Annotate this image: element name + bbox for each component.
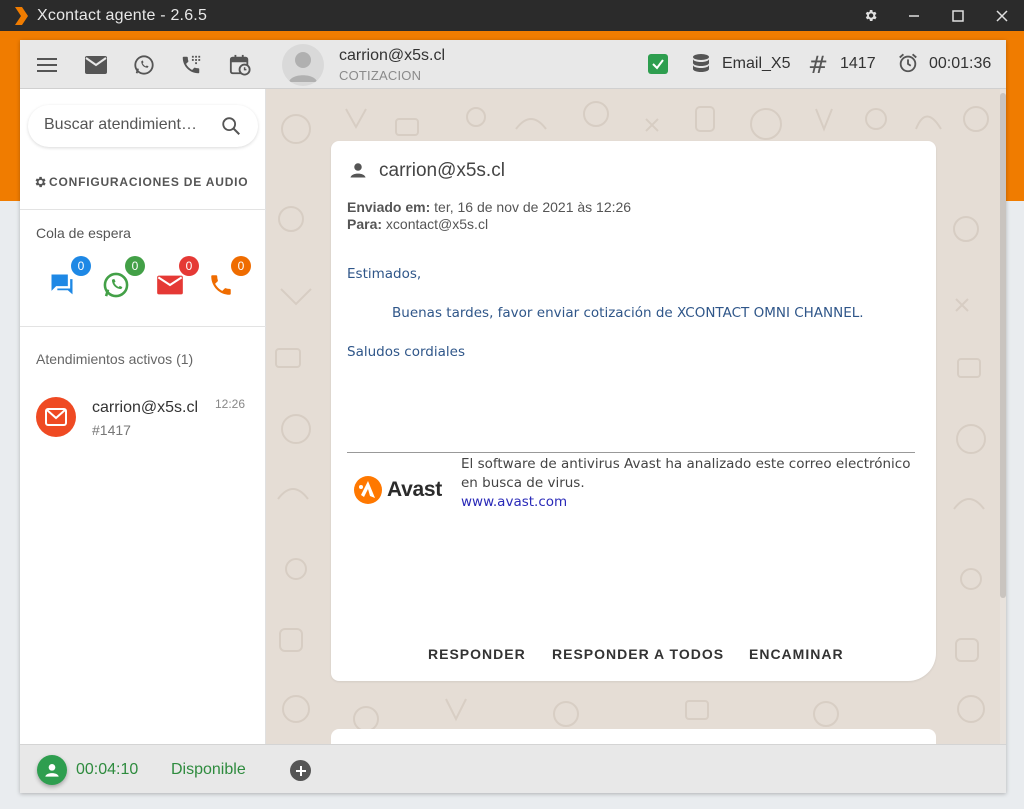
minimize-icon[interactable] (892, 0, 936, 31)
channel-name: Email_X5 (722, 55, 791, 72)
reply-all-button[interactable]: RESPONDER A TODOS (552, 646, 724, 662)
menu-icon[interactable] (34, 52, 60, 78)
queue-chat[interactable]: 0 (48, 256, 91, 303)
to-value: xcontact@x5s.cl (385, 216, 489, 232)
avast-logo: Avast (353, 475, 442, 505)
chat-icon (48, 274, 76, 303)
contact-subject: COTIZACION (339, 68, 422, 83)
window-title: Xcontact agente - 2.6.5 (37, 6, 208, 24)
person-icon (45, 764, 59, 777)
maximize-icon[interactable] (936, 0, 980, 31)
email-body: Buenas tardes, favor enviar cotización d… (392, 305, 864, 321)
search-box (28, 105, 258, 147)
signature-divider (347, 452, 915, 453)
conversation-area: carrion@x5s.cl Enviado em: ter, 16 de no… (266, 89, 1006, 744)
calendar-schedule-icon[interactable] (227, 52, 253, 78)
status-check-icon[interactable] (648, 54, 668, 74)
queue-label: Cola de espera (36, 225, 131, 241)
sent-label: Enviado em: (347, 199, 431, 215)
settings-gear-icon[interactable] (848, 0, 892, 31)
close-icon[interactable] (980, 0, 1024, 31)
to-label: Para: (347, 216, 383, 232)
database-icon (692, 53, 710, 80)
avast-brand: Avast (387, 478, 442, 501)
email-sender: carrion@x5s.cl (379, 160, 505, 181)
phone-dialpad-icon[interactable] (178, 52, 204, 78)
top-toolbar: carrion@x5s.cl COTIZACION Email_X5 # 141… (20, 40, 1006, 89)
hash-icon: # (808, 51, 829, 79)
avast-link[interactable]: www.avast.com (461, 494, 567, 510)
sent-value: ter, 16 de nov de 2021 às 12:26 (434, 199, 632, 215)
email-message-card: carrion@x5s.cl Enviado em: ter, 16 de no… (331, 141, 936, 681)
search-input[interactable] (44, 116, 204, 134)
active-sessions-label: Atendimientos activos (1) (36, 351, 194, 367)
email-icon (156, 275, 184, 303)
active-session-email: carrion@x5s.cl (92, 399, 199, 416)
person-icon (349, 161, 367, 184)
whatsapp-icon[interactable] (131, 52, 157, 78)
queue-count-badge: 0 (231, 256, 251, 276)
window-titlebar: Xcontact agente - 2.6.5 (0, 0, 1024, 31)
queue-phone[interactable]: 0 (208, 256, 251, 302)
reply-button[interactable]: RESPONDER (428, 646, 526, 662)
queue-email[interactable]: 0 (156, 256, 199, 303)
divider (20, 326, 266, 327)
email-greeting: Estimados, (347, 266, 422, 282)
queue-whatsapp[interactable]: 0 (102, 256, 145, 303)
forward-button[interactable]: ENCAMINAR (749, 646, 844, 662)
agent-status[interactable]: Disponible (171, 761, 246, 779)
window-controls (848, 0, 1024, 31)
bottom-status-bar: 00:04:10 Disponible (20, 744, 1006, 793)
audio-config-label: CONFIGURACIONES DE AUDIO (49, 175, 249, 189)
ticket-number: 1417 (840, 55, 876, 72)
queue-count-badge: 0 (179, 256, 199, 276)
contact-avatar (282, 44, 324, 86)
email-icon[interactable] (83, 52, 109, 78)
search-icon[interactable] (220, 115, 242, 142)
queue-count-badge: 0 (125, 256, 145, 276)
avast-notice: El software de antivirus Avast ha analiz… (461, 456, 911, 491)
agent-timer: 00:04:10 (76, 761, 139, 778)
sidebar: CONFIGURACIONES DE AUDIO Cola de espera … (20, 89, 266, 744)
active-session-time: 12:26 (215, 397, 246, 411)
gmail-icon (36, 397, 76, 437)
queue-count-badge: 0 (71, 256, 91, 276)
whatsapp-icon (102, 272, 130, 303)
agent-status-button[interactable] (37, 755, 67, 785)
gear-icon (33, 175, 47, 189)
xcontact-logo-icon (13, 6, 29, 26)
avast-logo-icon (354, 476, 382, 504)
phone-icon (208, 275, 234, 302)
scrollbar-thumb[interactable] (1000, 93, 1006, 598)
email-sent-line: Enviado em: ter, 16 de nov de 2021 às 12… (347, 199, 631, 215)
session-timer: 00:01:36 (929, 55, 992, 72)
contact-email: carrion@x5s.cl (339, 47, 446, 64)
audio-config-button[interactable]: CONFIGURACIONES DE AUDIO (33, 175, 248, 189)
active-session-ticket: #1417 (92, 422, 131, 438)
alarm-clock-icon (897, 52, 919, 79)
next-message-card (331, 729, 936, 744)
email-closing: Saludos cordiales (347, 344, 465, 360)
add-icon[interactable] (290, 760, 311, 781)
conversation-scrollbar[interactable] (1000, 89, 1006, 744)
app-frame: carrion@x5s.cl COTIZACION Email_X5 # 141… (20, 40, 1006, 793)
divider (20, 209, 266, 210)
email-to-line: Para: xcontact@x5s.cl (347, 216, 488, 232)
active-session-item[interactable]: carrion@x5s.cl #1417 12:26 (20, 387, 266, 451)
